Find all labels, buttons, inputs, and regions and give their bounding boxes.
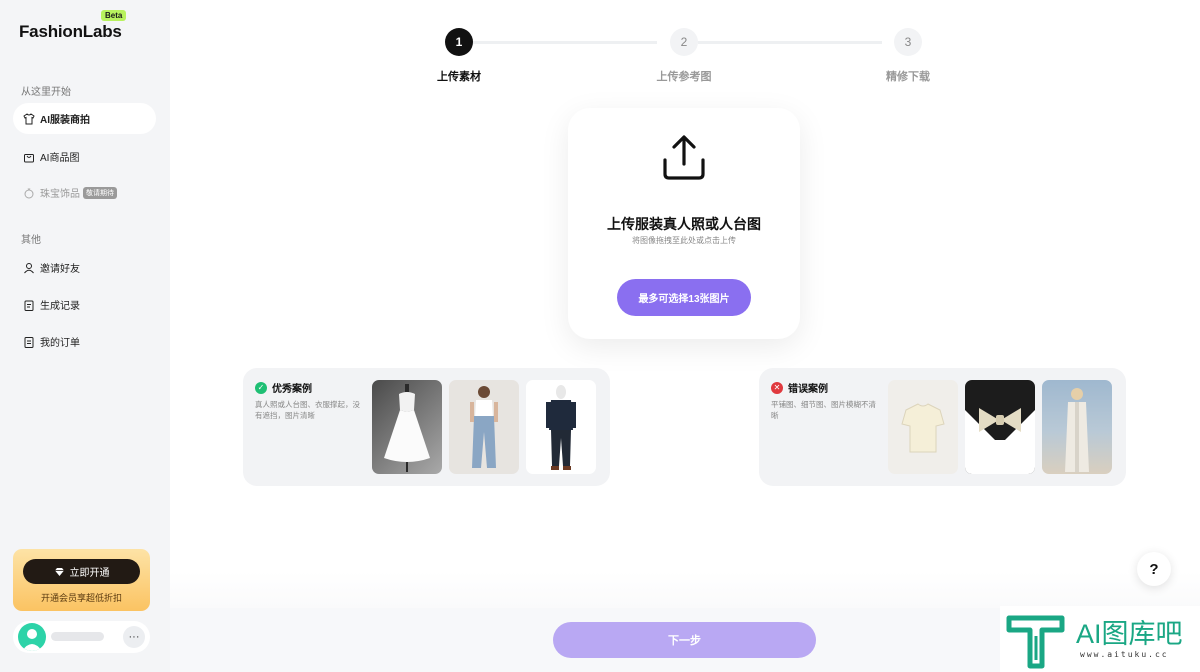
shirt-icon (22, 112, 35, 125)
user-icon (22, 261, 35, 274)
sidebar-item-history[interactable]: 生成记录 (13, 289, 156, 320)
sidebar-item-label: 珠宝饰品 (40, 189, 80, 200)
good-examples-label: 优秀案例 (272, 384, 312, 395)
sidebar-item-label: 邀请好友 (40, 264, 80, 275)
step-1-indicator: 1 (445, 28, 473, 56)
upload-icon (658, 132, 710, 189)
watermark-url: www.aituku.cc (1080, 650, 1169, 659)
step-3-indicator: 3 (894, 28, 922, 56)
check-circle-icon: ✓ (255, 381, 267, 394)
user-bar[interactable]: ··· (13, 621, 150, 653)
bad-examples-title: ✕ 错误案例 (771, 380, 828, 395)
question-icon: ? (1149, 560, 1159, 578)
sidebar-item-ai-product[interactable]: AI商品图 (13, 141, 156, 172)
upload-title: 上传服装真人照或人台图 (607, 216, 761, 232)
upload-dropzone[interactable]: 上传服装真人照或人台图 将图像拖拽至此处或点击上传 最多可选择13张图片 (568, 108, 800, 339)
more-options-button[interactable]: ··· (123, 626, 145, 648)
sidebar-item-jewelry: 珠宝饰品 敬请期待 (13, 177, 156, 208)
good-examples-card: ✓ 优秀案例 真人照或人台图、衣服撑起，没有遮挡，图片清晰 (243, 368, 610, 486)
section-label-start: 从这里开始 (21, 87, 71, 98)
sidebar-item-label: AI商品图 (40, 153, 80, 164)
more-icon: ··· (128, 631, 140, 643)
example-image-blurry (1042, 380, 1112, 474)
stepper-connector (473, 41, 657, 44)
sidebar-item-orders[interactable]: 我的订单 (13, 326, 156, 357)
good-examples-desc: 真人照或人台图、衣服撑起，没有遮挡，图片清晰 (255, 400, 360, 420)
good-examples-title: ✓ 优秀案例 (255, 380, 312, 395)
bad-examples-desc: 平铺图、细节图、图片模糊不清晰 (771, 400, 876, 420)
section-label-other: 其他 (21, 235, 41, 246)
step-3-label: 精修下载 (886, 71, 930, 83)
bag-icon (22, 150, 35, 163)
x-circle-icon: ✕ (771, 381, 783, 394)
example-image-detail-shot (965, 380, 1035, 474)
step-1-label: 上传素材 (437, 71, 481, 83)
sidebar: FashionLabs Beta 从这里开始 AI服装商拍 AI商品图 珠宝饰品… (0, 0, 170, 672)
diamond-icon (54, 567, 65, 577)
example-image-model-jeans (449, 380, 519, 474)
coming-soon-badge: 敬请期待 (83, 186, 117, 199)
promo-text: 开通会员享超低折扣 (40, 593, 122, 603)
order-icon (22, 335, 35, 348)
step-2-indicator: 2 (670, 28, 698, 56)
jewelry-icon (22, 186, 35, 199)
bad-examples-card: ✕ 错误案例 平铺图、细节图、图片模糊不清晰 (759, 368, 1126, 486)
watermark: AI图库吧 www.aituku.cc (1000, 606, 1200, 672)
sidebar-item-invite[interactable]: 邀请好友 (13, 252, 156, 283)
sidebar-item-label: AI服装商拍 (40, 115, 90, 126)
watermark-text: AI图库吧 (1076, 619, 1183, 649)
avatar[interactable] (18, 623, 46, 651)
clipboard-icon (22, 298, 35, 311)
brand-logo[interactable]: FashionLabs (19, 22, 122, 42)
step-2-label: 上传参考图 (656, 71, 712, 83)
main-content: 1 上传素材 2 上传参考图 3 精修下载 上传服装真人照或人台图 将图像拖拽至… (170, 0, 1200, 672)
sidebar-item-label: 我的订单 (40, 338, 80, 349)
upgrade-button[interactable]: 立即开通 (23, 559, 140, 584)
help-button[interactable]: ? (1137, 552, 1171, 586)
sidebar-item-label: 生成记录 (40, 301, 80, 312)
sidebar-item-ai-fashion[interactable]: AI服装商拍 (13, 103, 156, 134)
example-image-mannequin-jacket (526, 380, 596, 474)
username-placeholder (51, 632, 104, 641)
select-images-button[interactable]: 最多可选择13张图片 (617, 279, 751, 316)
upload-subtitle: 将图像拖拽至此处或点击上传 (632, 236, 736, 245)
upgrade-button-label: 立即开通 (69, 568, 110, 579)
next-step-button[interactable]: 下一步 (553, 622, 816, 658)
bad-examples-label: 错误案例 (788, 384, 828, 395)
stepper-connector (698, 41, 882, 44)
beta-badge: Beta (101, 10, 127, 21)
example-image-mannequin-dress (372, 380, 442, 474)
promo-card: 立即开通 开通会员享超低折扣 (13, 549, 150, 611)
watermark-logo-icon (1006, 612, 1066, 672)
example-image-flat-lay (888, 380, 958, 474)
